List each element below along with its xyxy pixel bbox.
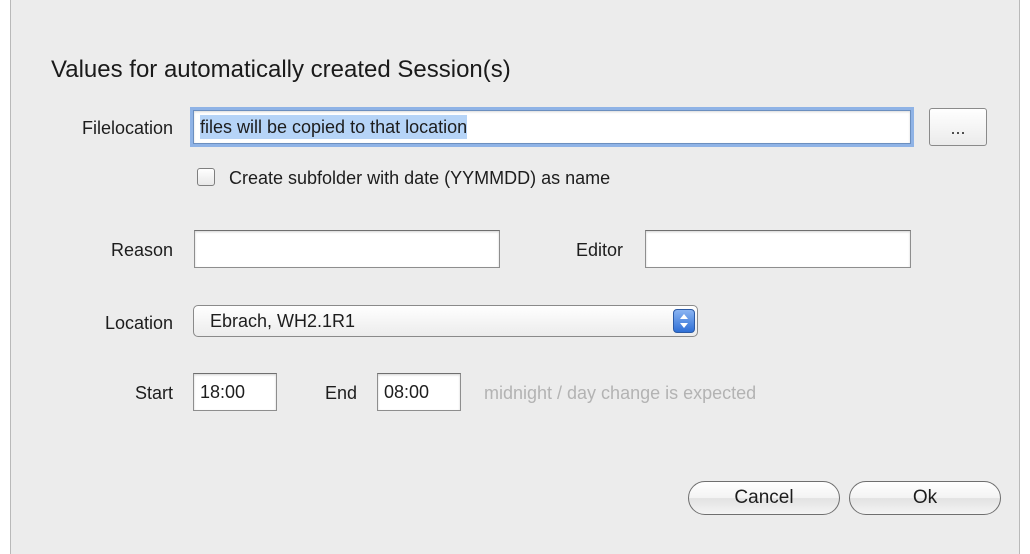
day-change-hint: midnight / day change is expected xyxy=(484,383,757,403)
checkbox-unchecked-icon[interactable] xyxy=(197,168,215,186)
reason-input[interactable] xyxy=(194,230,500,268)
browse-button[interactable]: ... xyxy=(929,108,987,146)
filelocation-value: files will be copied to that location xyxy=(200,115,468,139)
session-values-dialog: Values for automatically created Session… xyxy=(10,0,1020,554)
location-selected: Ebrach, WH2.1R1 xyxy=(210,311,356,331)
end-label: End xyxy=(324,383,357,403)
start-label: Start xyxy=(134,383,173,403)
filelocation-label: Filelocation xyxy=(81,118,173,138)
start-time-input[interactable] xyxy=(193,373,277,411)
dialog-heading: Values for automatically created Session… xyxy=(51,56,511,83)
subfolder-checkbox-label[interactable]: Create subfolder with date (YYMMDD) as n… xyxy=(229,168,610,189)
end-time-input[interactable] xyxy=(377,373,461,411)
cancel-button[interactable]: Cancel xyxy=(688,481,840,515)
editor-label: Editor xyxy=(575,240,623,260)
location-label: Location xyxy=(104,313,173,333)
up-down-arrows-icon xyxy=(673,309,695,333)
ok-button[interactable]: Ok xyxy=(849,481,1001,515)
editor-input[interactable] xyxy=(645,230,911,268)
reason-label: Reason xyxy=(110,240,173,260)
location-popup[interactable]: Ebrach, WH2.1R1 xyxy=(193,305,698,337)
filelocation-input[interactable]: files will be copied to that location xyxy=(193,110,911,144)
